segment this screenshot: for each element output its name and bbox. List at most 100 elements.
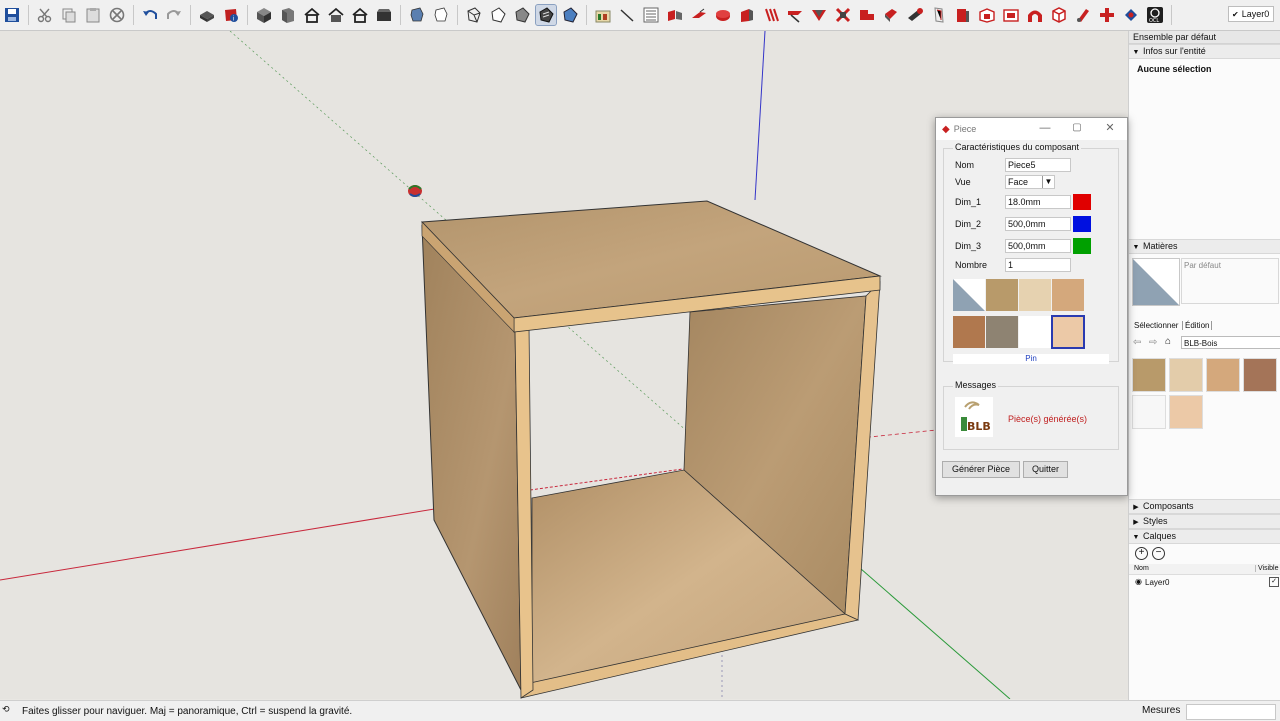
ocl-icon[interactable]: OCL: [1145, 5, 1165, 25]
collapse-icon: ▼: [1132, 49, 1140, 56]
active-layer-radio-icon[interactable]: ◉: [1135, 577, 1142, 586]
dowel-icon[interactable]: [1073, 5, 1093, 25]
status-bar: ⟲ Faites glisser pour naviguer. Maj = pa…: [0, 700, 1280, 721]
nombre-input[interactable]: 1: [1005, 258, 1071, 272]
dialog-titlebar[interactable]: ◆ Piece — ▢ ✕: [936, 118, 1127, 140]
undo-icon[interactable]: [140, 5, 160, 25]
xray-icon[interactable]: [407, 5, 427, 25]
toolbar-separator: [247, 5, 248, 25]
shaded-texture-icon[interactable]: [512, 5, 532, 25]
hidden-line-icon[interactable]: [464, 5, 484, 25]
panel-icon[interactable]: [737, 5, 757, 25]
dim3-input[interactable]: 500,0mm: [1005, 239, 1071, 253]
print-icon[interactable]: [197, 5, 217, 25]
home-icon[interactable]: ⌂: [1165, 336, 1171, 347]
slat-icon[interactable]: [761, 5, 781, 25]
maximize-icon[interactable]: ▢: [1071, 122, 1083, 134]
back-view-icon[interactable]: [350, 5, 370, 25]
chamfer-icon[interactable]: [809, 5, 829, 25]
top-view-icon[interactable]: [278, 5, 298, 25]
cut-piece-icon[interactable]: [665, 5, 685, 25]
measures-input[interactable]: [1186, 704, 1276, 720]
box-icon[interactable]: [977, 5, 997, 25]
paste-icon[interactable]: [83, 5, 103, 25]
material-tile[interactable]: [1052, 279, 1084, 311]
material-swatch[interactable]: [1243, 358, 1277, 392]
close-icon[interactable]: ✕: [1104, 122, 1116, 134]
dim1-input[interactable]: 18.0mm: [1005, 195, 1071, 209]
generate-piece-button[interactable]: Générer Pièce: [942, 461, 1020, 478]
vue-select[interactable]: Face ▼: [1005, 175, 1055, 189]
rotate-icon[interactable]: [1121, 5, 1141, 25]
tenon-icon[interactable]: [857, 5, 877, 25]
monochrome-icon[interactable]: [535, 4, 557, 26]
components-header[interactable]: ▶ Composants: [1129, 499, 1280, 514]
nombre-label: Nombre: [955, 260, 988, 270]
erase-icon[interactable]: [107, 5, 127, 25]
material-name-field[interactable]: Par défaut: [1181, 258, 1279, 304]
shaded-icon[interactable]: [488, 5, 508, 25]
copy-icon[interactable]: [59, 5, 79, 25]
forward-arrow-icon[interactable]: ⇨: [1149, 337, 1157, 348]
material-swatch[interactable]: [1169, 358, 1203, 392]
layers-header[interactable]: ▼ Calques: [1129, 529, 1280, 544]
tab-select[interactable]: Sélectionner: [1134, 321, 1178, 330]
drill-icon[interactable]: [905, 5, 925, 25]
right-view-icon[interactable]: [326, 5, 346, 25]
dim2-input[interactable]: 500,0mm: [1005, 217, 1071, 231]
styles-header[interactable]: ▶ Styles: [1129, 514, 1280, 529]
material-tile[interactable]: [1019, 316, 1051, 348]
entity-info-header[interactable]: ▼ Infos sur l'entité: [1129, 44, 1280, 59]
material-swatch[interactable]: [1132, 395, 1166, 429]
plugin-icon[interactable]: [593, 5, 613, 25]
material-tile[interactable]: [1051, 315, 1085, 349]
material-swatch[interactable]: [1169, 395, 1203, 429]
remove-layer-icon[interactable]: −: [1152, 547, 1165, 560]
material-tile[interactable]: [986, 279, 1018, 311]
materials-header[interactable]: ▼ Matières: [1129, 239, 1280, 254]
chevron-down-icon[interactable]: ▼: [1042, 176, 1054, 188]
cube-icon[interactable]: [1049, 5, 1069, 25]
dim3-color-swatch: [1073, 238, 1091, 254]
list-icon[interactable]: [641, 5, 661, 25]
model-info-icon[interactable]: i: [221, 5, 241, 25]
save-icon[interactable]: [2, 5, 22, 25]
monochrome-alt-icon[interactable]: [560, 5, 580, 25]
mortise-icon[interactable]: [881, 5, 901, 25]
back-arrow-icon[interactable]: ⇦: [1133, 337, 1141, 348]
line-tool-icon[interactable]: [617, 5, 637, 25]
material-tile[interactable]: [953, 316, 985, 348]
cross-icon[interactable]: [1097, 5, 1117, 25]
door-icon[interactable]: [953, 5, 973, 25]
info-icon[interactable]: ⟲: [2, 704, 10, 715]
visible-checkbox[interactable]: ✓: [1269, 577, 1279, 587]
cut-icon[interactable]: [35, 5, 55, 25]
front-view-icon[interactable]: [302, 5, 322, 25]
minimize-icon[interactable]: —: [1039, 122, 1051, 134]
material-tile[interactable]: [986, 316, 1018, 348]
default-material-tile[interactable]: [953, 279, 985, 311]
arch-icon[interactable]: [1025, 5, 1045, 25]
joint-icon[interactable]: [833, 5, 853, 25]
layer-dropdown[interactable]: ✔ Layer0: [1228, 6, 1274, 22]
quit-button[interactable]: Quitter: [1023, 461, 1068, 478]
corner-icon[interactable]: [785, 5, 805, 25]
material-tile[interactable]: [1019, 279, 1051, 311]
table-row[interactable]: ◉ Layer0 ✓: [1129, 577, 1280, 589]
library-select[interactable]: BLB-Bois: [1181, 336, 1280, 349]
component-properties-group: Caractéristiques du composant Nom Piece5…: [943, 142, 1119, 364]
redo-icon[interactable]: [164, 5, 184, 25]
left-view-icon[interactable]: [374, 5, 394, 25]
selected-material-label: Pin: [953, 354, 1109, 364]
round-icon[interactable]: [713, 5, 733, 25]
add-layer-icon[interactable]: +: [1135, 547, 1148, 560]
iso-view-icon[interactable]: [254, 5, 274, 25]
tab-edit[interactable]: Édition: [1182, 321, 1213, 330]
board-icon[interactable]: [929, 5, 949, 25]
nom-input[interactable]: Piece5: [1005, 158, 1071, 172]
material-swatch[interactable]: [1206, 358, 1240, 392]
blade-icon[interactable]: [689, 5, 709, 25]
wireframe-icon[interactable]: [431, 5, 451, 25]
drawer-icon[interactable]: [1001, 5, 1021, 25]
material-swatch[interactable]: [1132, 358, 1166, 392]
